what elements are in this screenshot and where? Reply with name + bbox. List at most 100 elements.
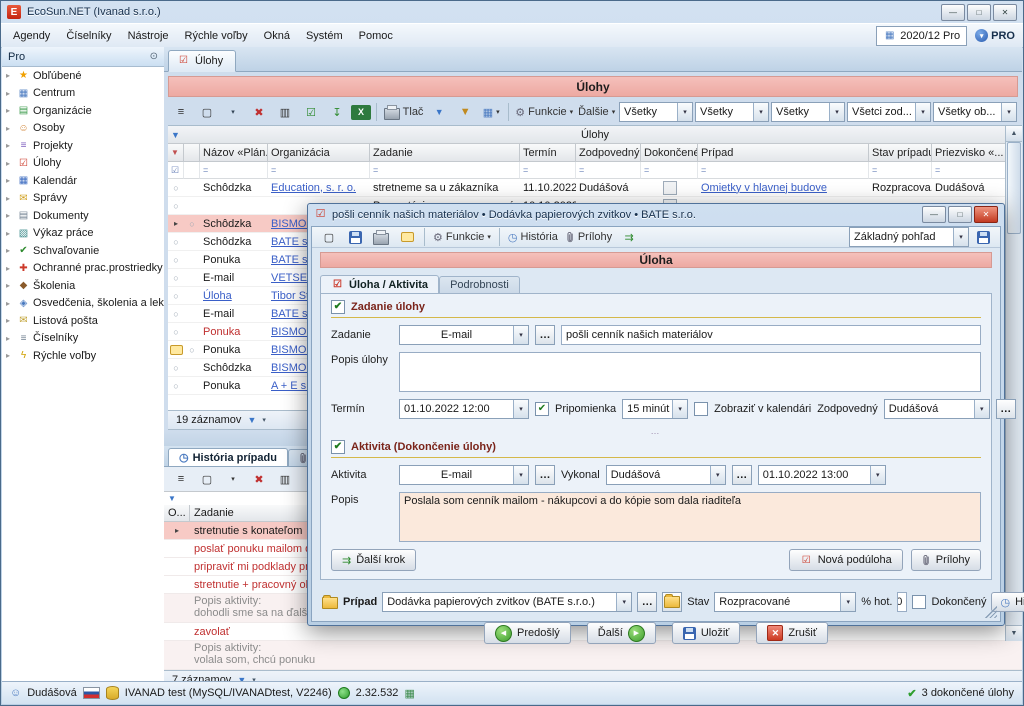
filter-cell[interactable]: ☑ (168, 162, 184, 179)
filter-combo-4[interactable]: Všetci zod...▾ (847, 102, 931, 122)
zadanie-input[interactable]: pošli cenník našich materiálov (561, 325, 981, 345)
ellipsis-button[interactable]: … (637, 592, 657, 612)
scroll-up-arrow[interactable]: ▲ (1006, 126, 1022, 142)
col-zodpovedny[interactable]: Zodpovedný (576, 144, 641, 162)
pripomienka-checkbox[interactable]: ✔ (535, 402, 549, 416)
tab-uloha-aktivita[interactable]: ☑ Úloha / Aktivita (320, 275, 439, 293)
sidebar-item-ulohy[interactable]: ▸☑Úlohy (2, 155, 164, 173)
new-doc-icon[interactable]: ▢ (317, 227, 341, 247)
sidebar-item-oblubene[interactable]: ▸★Obľúbené (2, 67, 164, 85)
filter-cell-stav[interactable]: = (869, 162, 932, 179)
filter-cell-nazov[interactable]: = (200, 162, 268, 179)
funnel-icon[interactable]: ▼ (247, 415, 256, 425)
new-dropdown-icon[interactable]: ▾ (221, 102, 245, 122)
filter-combo-1[interactable]: Všetky▾ (619, 102, 693, 122)
chevron-down-icon[interactable]: ▾ (870, 466, 885, 484)
dalsi-krok-button[interactable]: ⇉ Ďalší krok (331, 549, 416, 571)
chevron-down-icon[interactable]: ▾ (753, 103, 768, 121)
close-button[interactable]: ✕ (993, 4, 1017, 21)
new-record-button[interactable]: ▢ (195, 102, 219, 122)
menu-icon[interactable]: ≡ (169, 102, 193, 122)
historia-button[interactable]: ◷ História (505, 227, 561, 247)
dalsie-button[interactable]: Ďalšie ▾ (576, 102, 617, 122)
done-checkbox[interactable] (663, 181, 677, 195)
dalsi-button[interactable]: Ďalší ▶ (587, 622, 656, 644)
pripad-combo[interactable]: Dodávka papierových zvitkov (BATE s.r.o.… (382, 592, 632, 612)
col-nazov[interactable]: Názov «Plán... (200, 144, 268, 162)
header-indicator[interactable]: ▼ (168, 144, 184, 162)
chevron-down-icon[interactable]: ▾ (710, 466, 725, 484)
zadanie-type-combo[interactable]: E-mail ▾ (399, 325, 529, 345)
col-o[interactable]: O... (164, 505, 190, 522)
menu-system[interactable]: Systém (298, 27, 351, 45)
sidebar-item-listova-posta[interactable]: ▸✉Listová pošta (2, 312, 164, 330)
zadanie-section-checkbox[interactable]: ✔ (331, 300, 345, 314)
resize-grip[interactable] (985, 606, 997, 618)
menu-icon[interactable]: ≡ (169, 469, 193, 489)
period-selector[interactable]: ▦ 2020/12 Pro (876, 26, 967, 46)
aktivita-type-combo[interactable]: E-mail ▾ (399, 465, 529, 485)
sidebar-item-skolenia[interactable]: ▸◆Školenia (2, 277, 164, 295)
filter-combo-2[interactable]: Všetky▾ (695, 102, 769, 122)
scroll-down-arrow[interactable]: ▼ (1006, 625, 1022, 641)
new-dropdown-icon[interactable]: ▾ (221, 469, 245, 489)
tab-historia-pripadu[interactable]: ◷ História prípadu (168, 448, 288, 466)
sidebar-item-ciselniky[interactable]: ▸≡Číselníky (2, 330, 164, 348)
view-button[interactable]: ▦▾ (479, 102, 503, 122)
filter-cell-organizacia[interactable]: = (268, 162, 370, 179)
chevron-down-icon[interactable]: ▾ (677, 103, 692, 121)
prilohy-button[interactable]: Prílohy (563, 227, 615, 247)
maximize-button[interactable]: □ (967, 4, 991, 21)
vykonal-datetime-picker[interactable]: 01.10.2022 13:00 ▾ (758, 465, 886, 485)
scroll-thumb[interactable] (1007, 142, 1021, 234)
excel-export-button[interactable]: X (351, 105, 371, 120)
kalendar-checkbox[interactable] (694, 402, 708, 416)
open-case-button[interactable] (662, 592, 682, 612)
percent-done-input[interactable]: 50 (897, 592, 907, 612)
ulozit-button[interactable]: Uložiť (672, 622, 741, 644)
vertical-scrollbar[interactable]: ▲ ▼ (1005, 126, 1022, 641)
menu-rychle-volby[interactable]: Rýchle voľby (177, 27, 256, 45)
chevron-down-icon[interactable]: ▾ (616, 593, 631, 611)
view-combo[interactable]: Základný pohľad ▾ (849, 227, 969, 247)
save-icon[interactable] (343, 227, 367, 247)
new-record-button[interactable]: ▢ (195, 469, 219, 489)
col-termin[interactable]: Termín (520, 144, 576, 162)
menu-agendy[interactable]: Agendy (5, 27, 58, 45)
organization-link[interactable]: Education, s. r. o. (271, 182, 356, 194)
batch-check-button[interactable]: ☑ (299, 102, 323, 122)
ellipsis-button[interactable]: … (996, 399, 1016, 419)
chevron-down-icon[interactable]: ▾ (513, 400, 528, 418)
filter-cell-zodpovedny[interactable]: = (576, 162, 641, 179)
task-link[interactable]: Úloha (203, 290, 232, 302)
predosly-button[interactable]: ◀ Predošlý (484, 622, 571, 644)
termin-datepicker[interactable]: 01.10.2022 12:00 ▾ (399, 399, 529, 419)
prilohy-button[interactable]: Prílohy (911, 549, 981, 571)
sidebar-item-projekty[interactable]: ▸≡Projekty (2, 137, 164, 155)
filter-cell-termin[interactable]: = (520, 162, 576, 179)
sidebar-header[interactable]: Pro ⊙ (2, 47, 164, 67)
sidebar-item-organizacie[interactable]: ▸▤Organizácie (2, 102, 164, 120)
minimize-button[interactable]: — (922, 206, 946, 223)
ellipsis-button[interactable]: … (732, 465, 752, 485)
col-pripad[interactable]: Prípad (698, 144, 869, 162)
minimize-button[interactable]: — (941, 4, 965, 21)
header-icon-col[interactable] (184, 144, 200, 162)
tab-podrobnosti[interactable]: Podrobnosti (439, 276, 520, 293)
funkcie-button[interactable]: ⚙ Funkcie ▾ (430, 227, 494, 247)
status-done-tasks[interactable]: 3 dokončené úlohy (922, 687, 1014, 699)
export-button[interactable]: ↧ (325, 102, 349, 122)
sidebar-item-kalendar[interactable]: ▸▦Kalendár (2, 172, 164, 190)
workflow-icon[interactable]: ⇉ (617, 227, 641, 247)
delete-button[interactable]: ✖ (247, 102, 271, 122)
stav-combo[interactable]: Rozpracované ▾ (714, 592, 856, 612)
sidebar-item-osoby[interactable]: ▸☺Osoby (2, 120, 164, 138)
nova-podulona-button[interactable]: ☑ Nová podúloha (789, 549, 903, 571)
print-button[interactable]: Tlač (382, 102, 425, 122)
col-zadanie[interactable]: Zadanie (370, 144, 520, 162)
sidebar-item-ochranne-prostriedky[interactable]: ▸✚Ochranné prac.prostriedky (2, 260, 164, 278)
filter-cell-zadanie[interactable]: = (370, 162, 520, 179)
save-view-button[interactable] (971, 227, 995, 247)
chevron-down-icon[interactable]: ▾ (1001, 103, 1016, 121)
col-stav-pripadu[interactable]: Stav prípadu (869, 144, 932, 162)
